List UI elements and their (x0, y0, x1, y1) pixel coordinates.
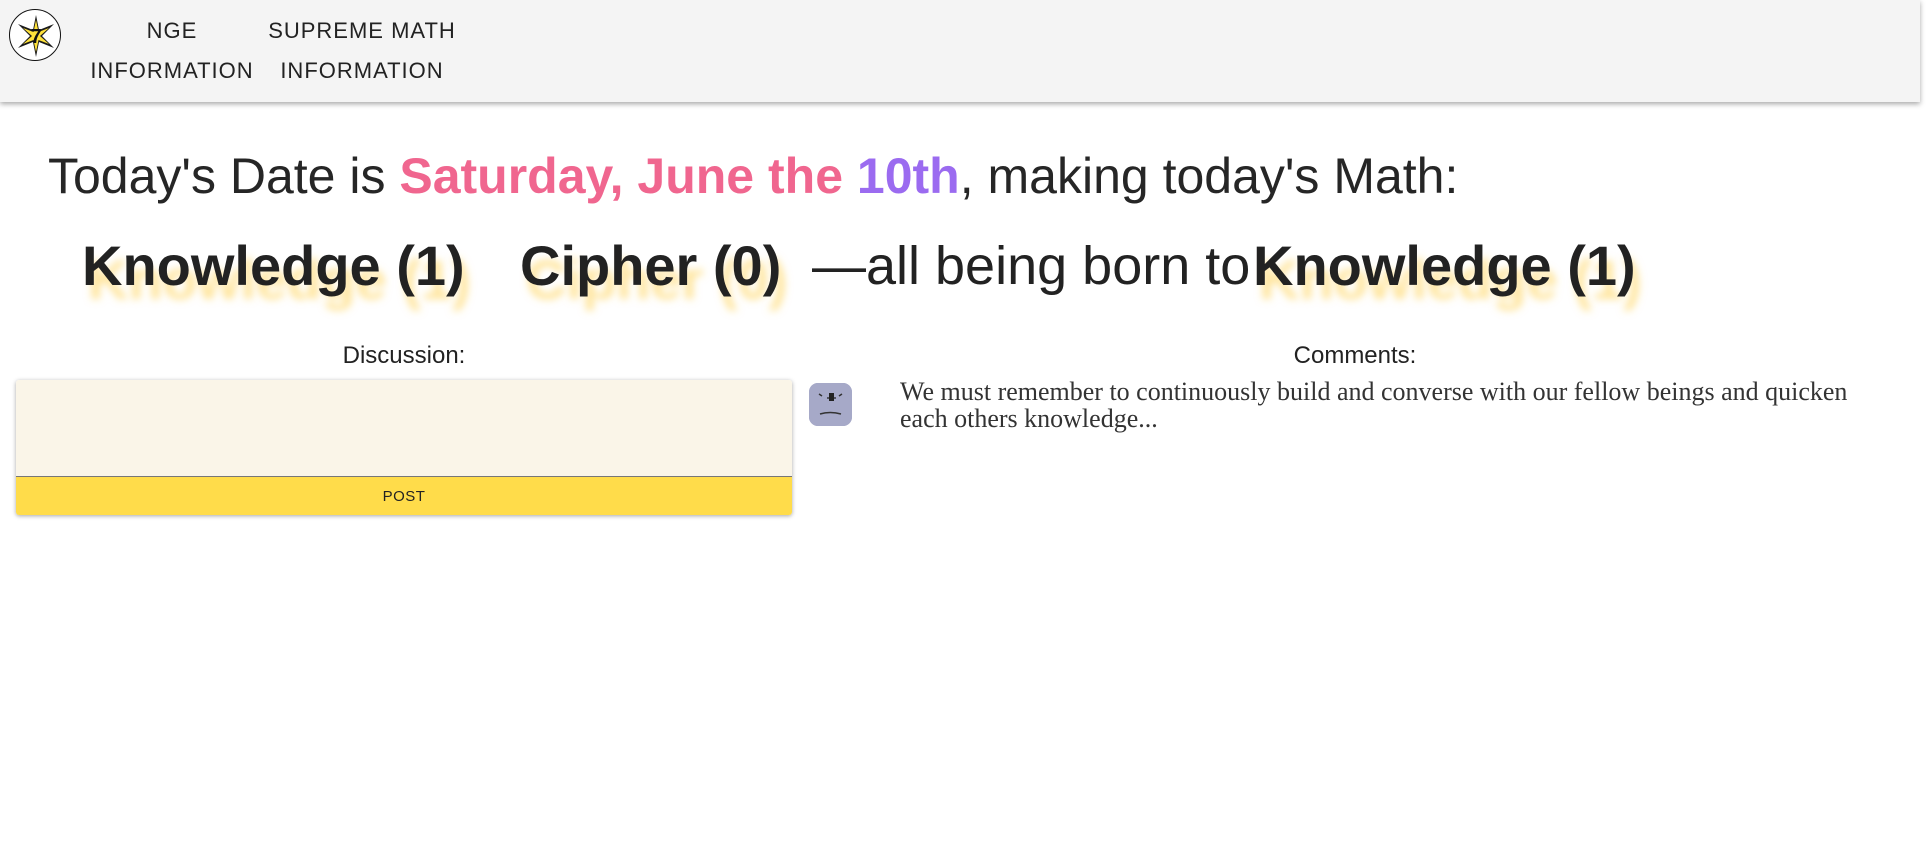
date-suffix: , making today's Math: (959, 148, 1459, 204)
post-button[interactable]: POST (16, 477, 792, 515)
todays-math-row: Knowledge (1) Cipher (0) —all being born… (0, 230, 1928, 310)
comments-label: Comments: (1293, 342, 1417, 369)
top-navbar: 7 NGE INFORMATION SUPREME MATH INFORMATI… (0, 0, 1920, 102)
discussion-form: POST (16, 380, 792, 515)
date-prefix: Today's Date is (48, 148, 400, 204)
math-first-principle: Knowledge (1) (82, 234, 465, 297)
comment-text: We must remember to continuously build a… (900, 377, 1848, 433)
date-ordinal: 10th (856, 148, 960, 204)
logo-graphic: 7 (18, 15, 54, 57)
nav-link-line1: SUPREME MATH (268, 18, 456, 43)
discussion-input[interactable] (16, 380, 792, 477)
seven-star-logo-icon[interactable]: 7 (9, 9, 61, 61)
robot-avatar-icon (809, 383, 852, 426)
svg-text:7: 7 (30, 26, 41, 48)
nav-link-supreme-math-information[interactable]: SUPREME MATH INFORMATION (268, 11, 456, 91)
math-second-principle: Cipher (0) (520, 234, 782, 297)
todays-date-heading: Today's Date is Saturday, June the 10th,… (48, 144, 1458, 208)
math-result-principle: Knowledge (1) (1253, 234, 1636, 297)
nav-link-line2: INFORMATION (90, 58, 254, 83)
discussion-label: Discussion: (342, 342, 466, 369)
avatar-graphic (809, 383, 852, 426)
nav-link-line1: NGE (146, 18, 198, 43)
nav-link-nge-information[interactable]: NGE INFORMATION (88, 11, 256, 91)
date-day: Saturday, June the (399, 148, 857, 204)
nav-link-line2: INFORMATION (280, 58, 444, 83)
math-born-to-connector: —all being born to (812, 236, 1251, 296)
